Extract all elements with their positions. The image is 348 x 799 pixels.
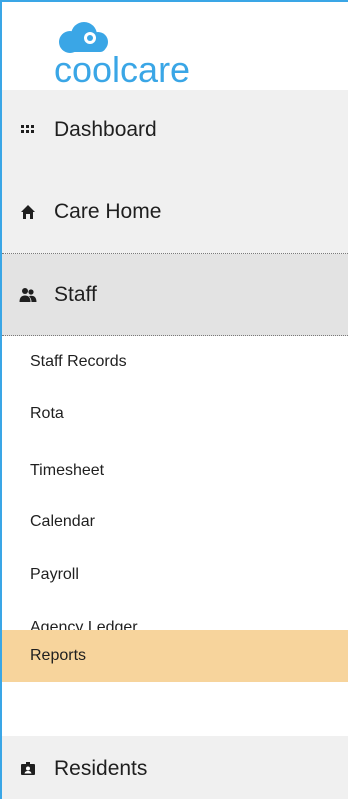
logo[interactable]: coolcare [2, 2, 348, 90]
submenu-item-calendar[interactable]: Calendar [2, 496, 348, 548]
sidebar: coolcare Dashboard Care Home Staff Staff… [0, 0, 348, 799]
nav-item-staff[interactable]: Staff [2, 254, 348, 336]
submenu-item-staff-records[interactable]: Staff Records [2, 336, 348, 388]
nav-item-residents[interactable]: Residents [2, 736, 348, 799]
home-icon [16, 200, 40, 224]
submenu-item-payroll[interactable]: Payroll [2, 549, 348, 601]
nav-item-label: Care Home [54, 199, 162, 223]
submenu-item-reports[interactable]: Reports [2, 630, 348, 682]
submenu-item-label: Rota [30, 405, 64, 422]
submenu-item-rota[interactable]: Rota [2, 388, 348, 440]
nav-item-label: Staff [54, 282, 97, 306]
submenu-item-label: Timesheet [30, 462, 105, 479]
submenu-item-label: Calendar [30, 513, 95, 530]
submenu-item-label: Staff Records [30, 353, 127, 370]
grid-dots-icon [16, 118, 40, 142]
users-icon [16, 283, 40, 307]
coolcare-logo-icon: coolcare [54, 22, 190, 90]
staff-submenu: Staff Records Rota Timesheet Calendar Pa… [2, 336, 348, 736]
submenu-item-label: Reports [30, 647, 87, 664]
nav-item-label: Residents [54, 756, 148, 780]
submenu-item-label: Payroll [30, 566, 79, 583]
logo-text: coolcare [54, 49, 190, 90]
submenu-item-timesheet[interactable]: Timesheet [2, 445, 348, 497]
nav-item-care-home[interactable]: Care Home [2, 170, 348, 254]
id-card-icon [16, 757, 40, 781]
nav-item-label: Dashboard [54, 118, 157, 141]
nav-item-dashboard[interactable]: Dashboard [2, 90, 348, 170]
